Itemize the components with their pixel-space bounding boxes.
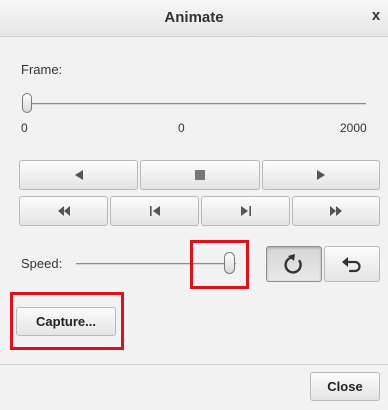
speed-slider-highlight	[190, 240, 249, 289]
loop-button[interactable]	[266, 246, 322, 282]
step-forward-button[interactable]	[201, 196, 290, 226]
step-forward-icon	[239, 205, 253, 217]
stop-icon	[194, 169, 206, 181]
play-backward-button[interactable]	[19, 160, 138, 190]
fast-backward-button[interactable]	[19, 196, 108, 226]
fast-forward-icon	[329, 205, 343, 217]
speed-slider-track	[76, 263, 236, 264]
frame-label: Frame:	[21, 62, 63, 77]
loop-icon	[283, 253, 305, 275]
speed-slider-thumb[interactable]	[224, 252, 235, 274]
close-button[interactable]: Close	[310, 372, 380, 401]
speed-label: Speed:	[21, 256, 63, 271]
footer-divider	[0, 364, 388, 365]
reverse-loop-button[interactable]	[324, 246, 380, 282]
frame-max-label: 2000	[340, 121, 367, 135]
capture-button[interactable]: Capture...	[16, 307, 116, 336]
play-forward-button[interactable]	[262, 160, 380, 190]
step-backward-button[interactable]	[110, 196, 199, 226]
play-backward-icon	[73, 169, 85, 181]
fast-forward-button[interactable]	[292, 196, 380, 226]
frame-current-label: 0	[178, 121, 185, 135]
fast-backward-icon	[57, 205, 71, 217]
bounce-icon	[341, 254, 363, 274]
stop-button[interactable]	[140, 160, 260, 190]
title-bar: Animate x	[0, 0, 388, 37]
close-icon[interactable]: x	[368, 7, 384, 25]
close-button-label: Close	[327, 379, 363, 394]
play-forward-icon	[315, 169, 327, 181]
capture-button-label: Capture...	[36, 314, 96, 329]
frame-min-label: 0	[21, 121, 28, 135]
step-backward-icon	[148, 205, 162, 217]
window-title: Animate	[164, 9, 224, 26]
frame-slider-thumb[interactable]	[22, 93, 32, 113]
frame-slider-track	[24, 103, 366, 104]
